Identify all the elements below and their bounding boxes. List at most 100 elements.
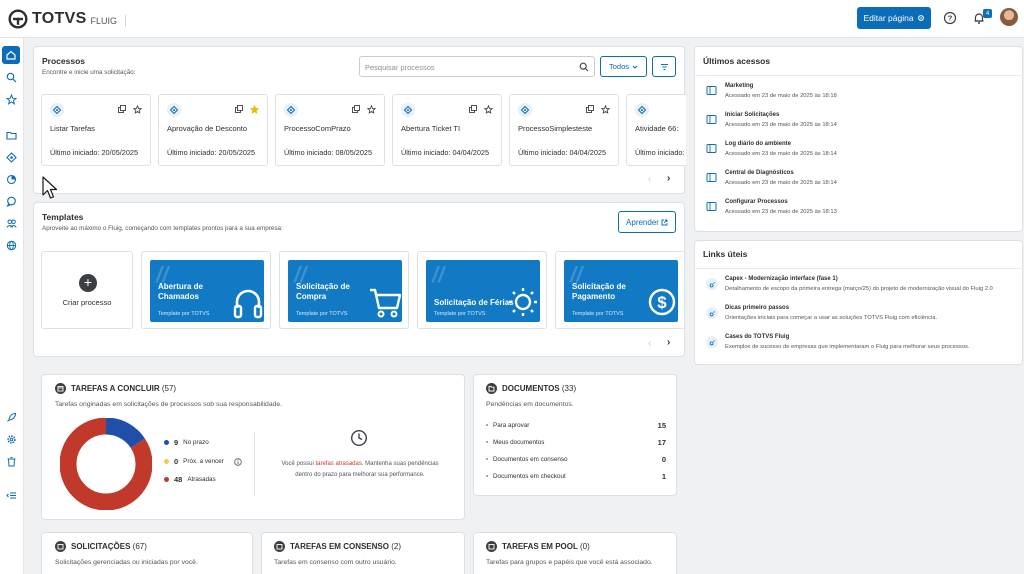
process-search-input[interactable]: Pesquisar processos <box>359 56 595 77</box>
template-author: Template por TOTVS <box>572 311 624 317</box>
processes-subtitle: Encontre e inicie uma solicitação: <box>42 69 136 76</box>
pool-icon <box>486 541 497 552</box>
sidebar-item-trash[interactable] <box>2 452 20 470</box>
template-card[interactable]: // Abertura de Chamados Template por TOT… <box>141 251 271 329</box>
documents-row[interactable]: Para aprovar 15 <box>486 421 666 430</box>
cart-icon <box>370 288 402 318</box>
pool-subtitle: Tarefas para grupos e papéis que você es… <box>486 559 653 566</box>
template-card[interactable]: // Solicitação de Compra Template por TO… <box>279 251 409 329</box>
template-author: Template por TOTVS <box>434 311 486 317</box>
processes-title: Processos <box>42 56 85 66</box>
documents-row[interactable]: Documentos em checkout 1 <box>486 472 666 481</box>
clock-icon <box>350 429 368 447</box>
sidebar-item-launch[interactable] <box>2 408 20 426</box>
favorite-star-icon[interactable] <box>133 105 142 114</box>
process-card[interactable]: Abertura Ticket TI Último iniciado: 04/0… <box>392 94 502 166</box>
page-icon <box>706 202 717 211</box>
copy-icon[interactable] <box>469 105 477 113</box>
consensus-card <box>261 532 465 574</box>
svg-text:$: $ <box>657 293 667 312</box>
sidebar-item-favorites[interactable] <box>2 90 20 108</box>
process-last-started: Último iniciado: 08/05/2025 <box>284 148 373 157</box>
favorite-star-icon[interactable] <box>250 105 259 114</box>
recent-access-date: Acessado em 23 de maio de 2025 às 18:14 <box>725 151 837 157</box>
late-tasks-link[interactable]: tarefas atrasadas <box>315 461 361 467</box>
process-name: Abertura Ticket TI <box>401 124 461 133</box>
process-card[interactable]: Atividade 66: Último iniciado: <box>626 94 686 166</box>
totvs-logo[interactable]: TOTVS FLUIG <box>8 9 127 29</box>
user-avatar[interactable] <box>1000 8 1018 26</box>
copy-icon[interactable] <box>352 105 360 113</box>
consensus-title: TAREFAS EM CONSENSO (2) <box>290 542 401 551</box>
process-card[interactable]: ProcessoComPrazo Último iniciado: 08/05/… <box>275 94 385 166</box>
process-name: Aprovação de Desconto <box>167 124 248 133</box>
template-name: Solicitação de Compra <box>296 282 350 301</box>
divider <box>694 268 1023 269</box>
template-banner: // Solicitação de Pagamento Template por… <box>564 260 678 322</box>
sidebar-item-search[interactable] <box>2 68 20 86</box>
useful-link-desc: Detalhamento de escopo da primeira entre… <box>725 286 993 292</box>
documents-row-value: 0 <box>661 455 666 464</box>
sidebar-item-social[interactable] <box>2 192 20 210</box>
sort-button[interactable] <box>652 56 676 77</box>
legend-prox-vencer[interactable]: 0 Próx. a vencer <box>164 457 242 466</box>
documents-subtitle: Pendências em documentos. <box>486 401 574 408</box>
copy-icon[interactable] <box>118 105 126 113</box>
template-card[interactable]: // Solicitação de Férias Template por TO… <box>417 251 547 329</box>
process-filter-select[interactable]: Todos <box>600 56 647 77</box>
sort-icon <box>660 63 668 70</box>
create-process-card[interactable]: + Criar processo <box>41 251 133 329</box>
svg-text:?: ? <box>948 14 953 23</box>
legend-atrasadas[interactable]: 48 Atrasadas <box>164 475 216 484</box>
template-banner: // Solicitação de Férias Template por TO… <box>426 260 540 322</box>
templates-subtitle: Aproveite ao máximo o Fluig, começando c… <box>42 225 283 232</box>
sidebar-item-web[interactable] <box>2 236 20 254</box>
sidebar-item-documents[interactable] <box>2 126 20 144</box>
legend-label: Próx. a vencer <box>183 458 224 465</box>
legend-no-prazo[interactable]: 9 No prazo <box>164 438 209 447</box>
template-author: Template por TOTVS <box>296 311 348 317</box>
link-icon <box>706 278 718 290</box>
documents-row-label: Para aprovar <box>493 422 530 429</box>
requests-icon <box>55 541 66 552</box>
template-next-button[interactable]: › <box>667 337 670 348</box>
favorite-star-icon[interactable] <box>601 105 610 114</box>
process-card[interactable]: Listar Tarefas Último iniciado: 20/05/20… <box>41 94 151 166</box>
process-icon <box>167 103 181 117</box>
template-prev-button[interactable]: ‹ <box>648 338 651 349</box>
process-name: ProcessoComPrazo <box>284 124 351 133</box>
recent-access-date: Acessado em 23 de maio de 2025 às 18:14 <box>725 180 837 186</box>
legend-dot <box>164 477 169 482</box>
carousel-next-button[interactable]: › <box>667 173 670 184</box>
sidebar-collapse-toggle[interactable] <box>2 486 20 504</box>
process-card[interactable]: ProcessoSimplesteste Último iniciado: 04… <box>509 94 619 166</box>
brand-name: TOTVS <box>32 10 87 27</box>
page-icon <box>706 144 717 153</box>
favorite-star-icon[interactable] <box>484 105 493 114</box>
late-tasks-message: Você possui tarefas atrasadas. Mantenha … <box>281 461 439 478</box>
template-name: Solicitação de Pagamento <box>572 282 626 301</box>
edit-page-button[interactable]: Editar página <box>857 7 931 29</box>
sidebar-item-processes[interactable] <box>2 148 20 166</box>
documents-row-label: Documentos em checkout <box>493 473 566 480</box>
sidebar-item-communities[interactable] <box>2 214 20 232</box>
recent-access-name: Central de Diagnósticos <box>725 170 794 176</box>
process-card[interactable]: Aprovação de Desconto Último iniciado: 2… <box>158 94 268 166</box>
legend-dot <box>164 440 169 445</box>
info-icon[interactable] <box>234 457 242 466</box>
process-last-started: Último iniciado: <box>635 148 685 157</box>
copy-icon[interactable] <box>586 105 594 113</box>
template-card[interactable]: // Solicitação de Pagamento Template por… <box>555 251 685 329</box>
documents-icon <box>486 383 497 394</box>
help-icon[interactable]: ? <box>943 11 957 25</box>
carousel-prev-button[interactable]: ‹ <box>648 174 651 185</box>
documents-row[interactable]: Documentos em consenso 0 <box>486 455 666 464</box>
sidebar-item-analytics[interactable] <box>2 170 20 188</box>
learn-button[interactable]: Aprender <box>618 211 676 233</box>
totvs-logo-icon <box>8 9 28 29</box>
sidebar-item-home[interactable] <box>2 46 20 64</box>
favorite-star-icon[interactable] <box>367 105 376 114</box>
documents-row[interactable]: Meus documentos 17 <box>486 438 666 447</box>
copy-icon[interactable] <box>235 105 243 113</box>
sidebar-item-settings[interactable] <box>2 430 20 448</box>
